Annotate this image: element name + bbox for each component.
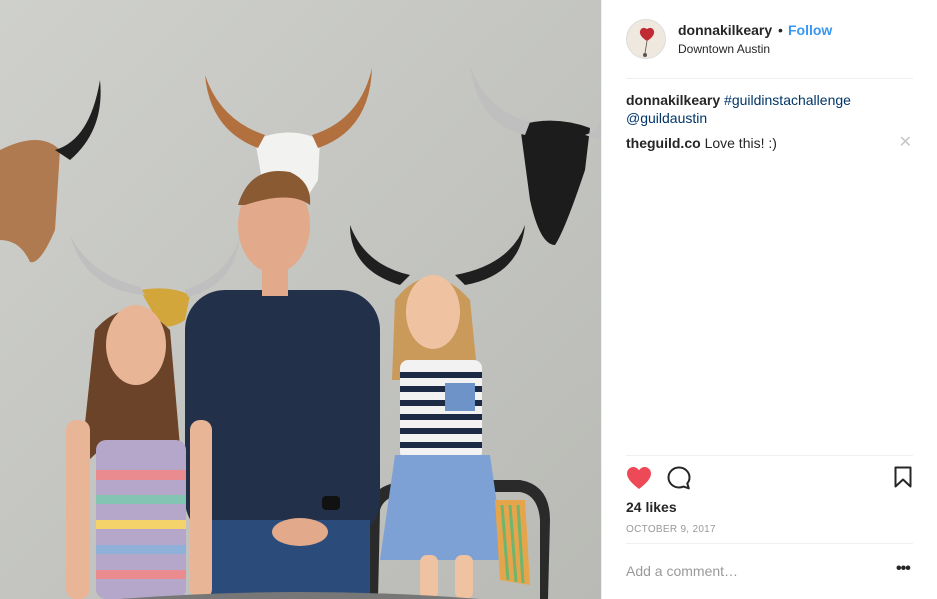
comments-list: donnakilkeary #guildinstachallenge @guil… (626, 91, 916, 159)
follow-button[interactable]: Follow (788, 22, 832, 38)
post-date[interactable]: OCTOBER 9, 2017 (626, 524, 716, 535)
post-username[interactable]: donnakilkeary (678, 22, 772, 38)
avatar-balloon-icon (627, 20, 665, 58)
more-options-icon[interactable]: ••• (896, 560, 911, 578)
avatar[interactable] (626, 19, 666, 59)
caption-hashtag[interactable]: #guildinstachallenge (724, 92, 851, 108)
add-comment-input[interactable]: Add a comment… (626, 563, 738, 579)
heart-icon[interactable] (626, 466, 652, 495)
comment-username[interactable]: theguild.co (626, 135, 701, 151)
comment-item: theguild.co Love this! :) ✕ (626, 134, 916, 152)
header-divider (626, 78, 913, 79)
action-bar (626, 465, 914, 493)
actions-divider (626, 455, 913, 456)
caption: donnakilkeary #guildinstachallenge @guil… (626, 91, 916, 127)
separator-dot: • (778, 22, 783, 38)
likes-count[interactable]: 24 likes (626, 499, 677, 515)
post-photo[interactable] (0, 0, 601, 599)
post-side-panel: donnakilkeary • Follow Downtown Austin d… (601, 0, 937, 599)
post-location[interactable]: Downtown Austin (678, 42, 770, 56)
post-header: donnakilkeary • Follow Downtown Austin (602, 0, 937, 78)
comment-text: Love this! :) (704, 135, 777, 151)
comment-bubble-icon[interactable] (667, 466, 691, 495)
caption-mention[interactable]: @guildaustin (626, 110, 707, 126)
bookmark-icon[interactable] (894, 466, 912, 493)
delete-comment-icon[interactable]: ✕ (899, 134, 912, 152)
caption-username[interactable]: donnakilkeary (626, 92, 720, 108)
comment-divider (626, 543, 913, 544)
